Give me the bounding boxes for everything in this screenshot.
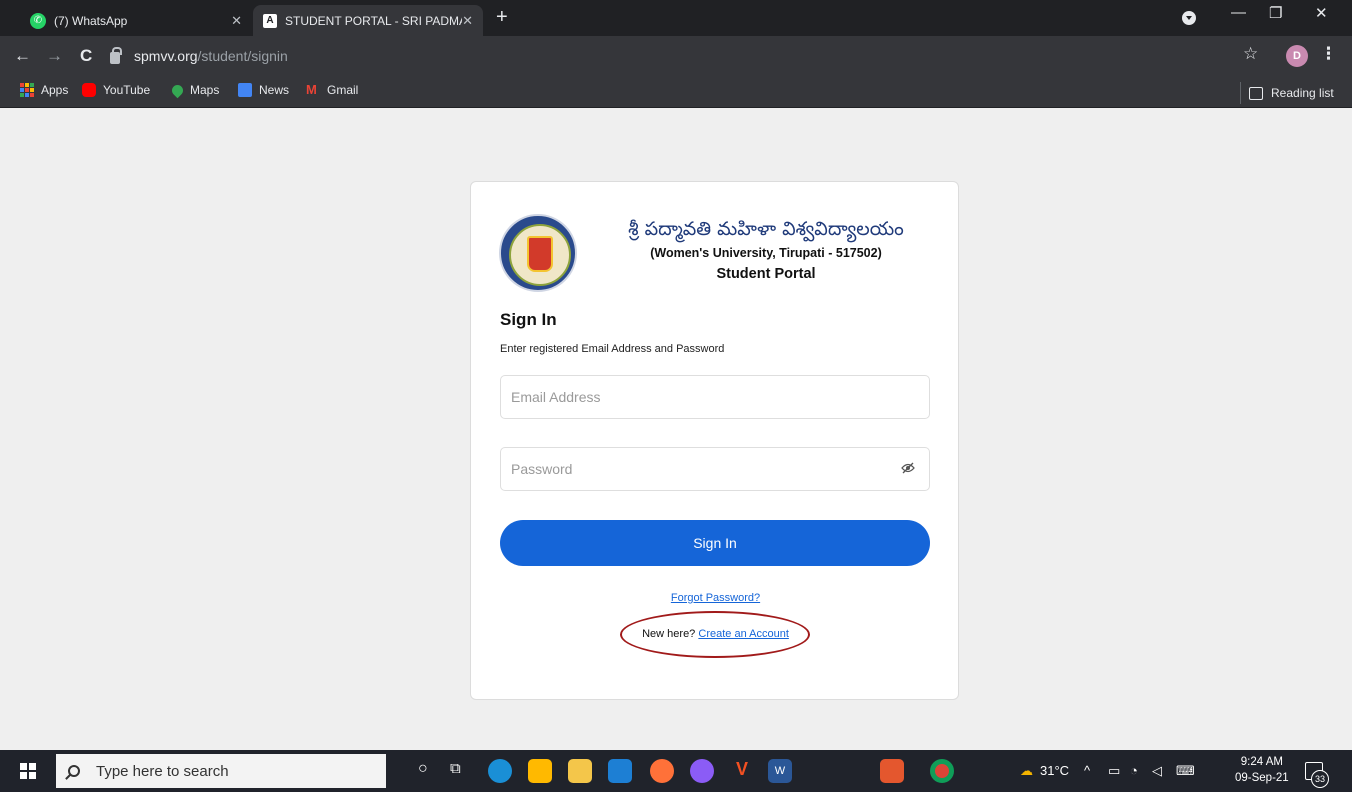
university-name-telugu: శ్రీ పద్మావతి మహిళా విశ్వవిద్యాలయం bbox=[628, 218, 904, 240]
edge-icon[interactable] bbox=[488, 759, 512, 783]
windows-taskbar: Type here to search ○ ⧉ V W ☁ 31°C ^ ▭ ◔… bbox=[0, 750, 1352, 792]
forgot-password-row: Forgot Password? bbox=[471, 592, 960, 604]
notification-badge: 33 bbox=[1311, 770, 1329, 788]
news-icon bbox=[238, 83, 252, 97]
university-subtitle: (Women's University, Tirupati - 517502) bbox=[650, 246, 882, 260]
weather-icon[interactable]: ☁ bbox=[1020, 763, 1033, 779]
clock-date: 09-Sep-21 bbox=[1235, 772, 1289, 784]
reading-list-icon bbox=[1249, 86, 1263, 100]
whatsapp-icon: ✆ bbox=[30, 12, 46, 29]
cortana-icon[interactable]: ○ bbox=[418, 760, 428, 778]
bookmark-label: Gmail bbox=[327, 83, 359, 97]
bookmark-maps[interactable]: Maps bbox=[169, 82, 220, 98]
battery-icon[interactable]: ▭ bbox=[1108, 763, 1120, 779]
reading-list-label: Reading list bbox=[1271, 86, 1334, 100]
profile-avatar[interactable]: D bbox=[1286, 45, 1308, 67]
signin-button[interactable]: Sign In bbox=[500, 520, 930, 566]
tab-bar: ✆ (7) WhatsApp ✕ A STUDENT PORTAL - SRI … bbox=[0, 0, 1352, 36]
keyboard-icon[interactable]: ⌨ bbox=[1176, 763, 1195, 779]
apps-grid-icon bbox=[20, 83, 34, 97]
windows-start-icon[interactable] bbox=[20, 763, 36, 779]
forward-arrow-icon[interactable]: → bbox=[46, 46, 63, 66]
gmail-icon: M bbox=[306, 82, 317, 97]
bookmark-label: News bbox=[259, 83, 290, 97]
close-icon[interactable]: ✕ bbox=[231, 13, 242, 29]
new-tab-button[interactable]: + bbox=[496, 6, 508, 29]
menu-icon[interactable]: ⋮ bbox=[1320, 44, 1337, 64]
search-placeholder: Type here to search bbox=[96, 762, 229, 780]
reload-icon[interactable]: C bbox=[80, 46, 92, 66]
angular-icon: A bbox=[263, 13, 277, 28]
app-icon[interactable] bbox=[690, 759, 714, 783]
university-seal-logo bbox=[499, 214, 577, 292]
store-icon[interactable] bbox=[528, 759, 552, 783]
bookmark-label: Apps bbox=[41, 83, 69, 97]
clock-time: 9:24 AM bbox=[1240, 756, 1283, 768]
highlight-ellipse-annotation bbox=[620, 611, 810, 658]
tab-search-icon[interactable] bbox=[1182, 11, 1196, 25]
page-body: శ్రీ పద్మావతి మహిళా విశ్వవిద్యాలయం (Wome… bbox=[0, 108, 1352, 750]
tab-title: (7) WhatsApp bbox=[54, 13, 128, 28]
maps-icon bbox=[169, 82, 186, 98]
app-v-icon[interactable]: V bbox=[730, 759, 754, 783]
weather-temp[interactable]: 31°C bbox=[1040, 763, 1069, 778]
url-path: /student/signin bbox=[197, 48, 288, 64]
taskbar-clock[interactable]: 9:24 AM 09-Sep-21 bbox=[1235, 754, 1289, 786]
email-field[interactable] bbox=[500, 375, 930, 419]
bookmark-gmail[interactable]: M Gmail bbox=[306, 82, 359, 98]
chrome-icon[interactable] bbox=[930, 759, 954, 783]
youtube-icon bbox=[82, 83, 96, 97]
signin-card: శ్రీ పద్మావతి మహిళా విశ్వవిద్యాలయం (Wome… bbox=[470, 181, 959, 700]
taskbar-search-input[interactable]: Type here to search bbox=[56, 754, 386, 788]
portal-title: Student Portal bbox=[716, 266, 816, 282]
reading-list-button[interactable]: Reading list bbox=[1240, 82, 1334, 104]
signin-heading: Sign In bbox=[500, 310, 557, 329]
bookmark-youtube[interactable]: YouTube bbox=[82, 83, 150, 97]
volume-icon[interactable]: ◁ bbox=[1152, 763, 1162, 779]
firefox-icon[interactable] bbox=[650, 759, 674, 783]
bookmark-label: Maps bbox=[190, 83, 220, 97]
task-view-icon[interactable]: ⧉ bbox=[450, 760, 461, 777]
forgot-password-link[interactable]: Forgot Password? bbox=[671, 592, 760, 604]
url-domain: spmvv.org bbox=[134, 48, 198, 64]
eye-slash-icon[interactable] bbox=[901, 462, 915, 474]
chevron-up-icon[interactable]: ^ bbox=[1084, 763, 1090, 778]
tab-whatsapp[interactable]: ✆ (7) WhatsApp ✕ bbox=[20, 5, 252, 36]
signin-instruction: Enter registered Email Address and Passw… bbox=[500, 343, 725, 355]
tab-title: STUDENT PORTAL - SRI PADMAV bbox=[285, 13, 463, 28]
wifi-icon[interactable]: ◔ bbox=[1130, 763, 1138, 778]
close-icon[interactable]: ✕ bbox=[462, 13, 473, 29]
search-icon bbox=[68, 765, 80, 777]
bookmark-star-icon[interactable]: ☆ bbox=[1243, 44, 1258, 64]
address-bar[interactable]: spmvv.org/student/signin bbox=[110, 42, 1240, 70]
minimize-button[interactable]: — bbox=[1231, 4, 1246, 21]
screen-recorder-icon[interactable] bbox=[880, 759, 904, 783]
tab-student-portal[interactable]: A STUDENT PORTAL - SRI PADMAV ✕ bbox=[253, 5, 483, 36]
lock-icon[interactable] bbox=[110, 47, 122, 64]
bookmark-apps[interactable]: Apps bbox=[20, 83, 68, 97]
mail-icon[interactable] bbox=[608, 759, 632, 783]
bookmark-label: YouTube bbox=[103, 83, 151, 97]
close-window-button[interactable]: ✕ bbox=[1315, 4, 1328, 22]
restore-button[interactable]: ❐ bbox=[1269, 4, 1282, 22]
bookmarks-bar: Apps YouTube Maps News M Gmail bbox=[0, 78, 1352, 108]
file-explorer-icon[interactable] bbox=[568, 759, 592, 783]
word-icon[interactable]: W bbox=[768, 759, 792, 783]
password-field[interactable] bbox=[500, 447, 930, 491]
bookmark-news[interactable]: News bbox=[238, 83, 289, 97]
back-arrow-icon[interactable]: ← bbox=[14, 46, 31, 66]
